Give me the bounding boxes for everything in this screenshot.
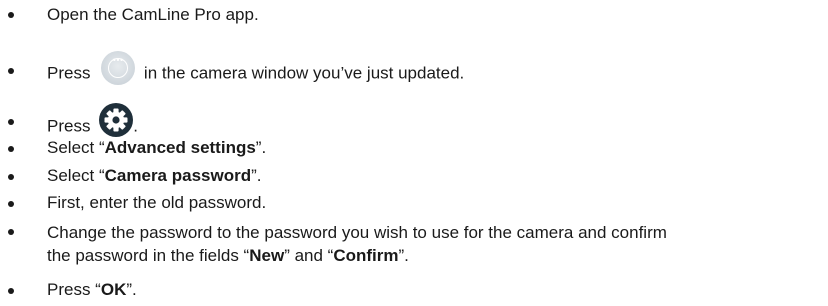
step-text: Press ••• in the camera window you’ve ju… <box>47 51 464 91</box>
step-text: Change the password to the password you … <box>47 223 667 265</box>
bullet <box>8 146 14 152</box>
bullet <box>8 174 14 180</box>
step-text: Select “Advanced settings”. <box>47 138 267 157</box>
step-text: Select “Camera password”. <box>47 166 262 185</box>
step-text: Press “OK”. <box>47 280 137 299</box>
bullet <box>8 68 14 74</box>
bullet <box>8 201 14 207</box>
bullet <box>8 119 14 125</box>
step-text: Open the CamLine Pro app. <box>47 5 259 24</box>
bullet <box>8 229 14 235</box>
bullet <box>8 288 14 294</box>
more-options-icon: ••• <box>101 51 136 85</box>
gear-icon <box>99 103 134 137</box>
bullet <box>8 12 14 18</box>
step-text: First, enter the old password. <box>47 193 267 212</box>
